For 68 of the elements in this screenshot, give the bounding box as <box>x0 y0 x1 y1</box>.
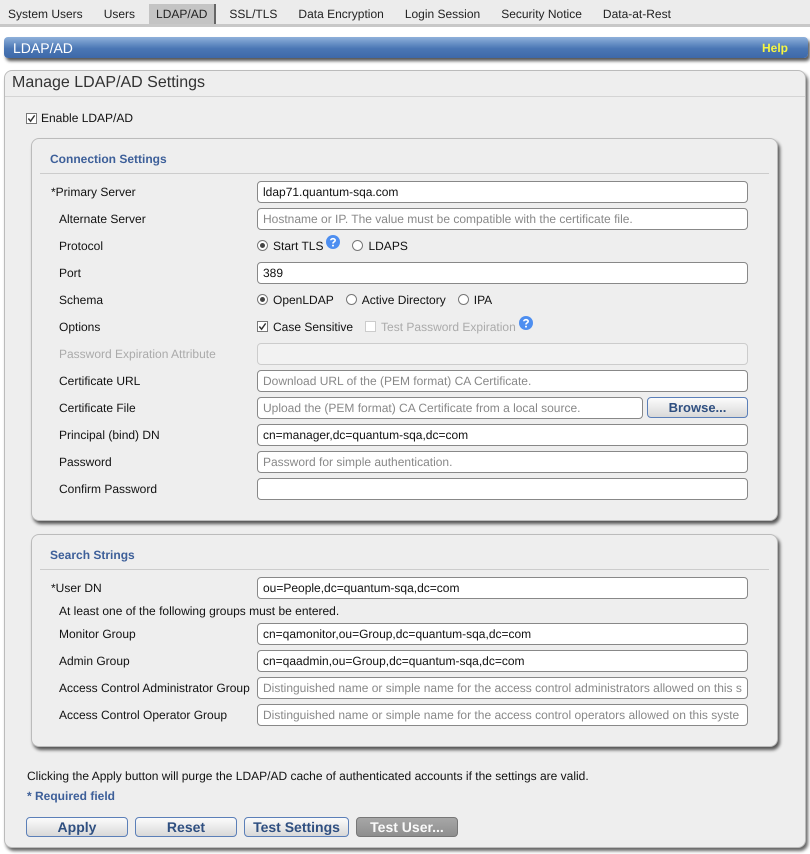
tab[interactable]: SSL/TLS <box>222 4 284 24</box>
input-field[interactable]: ou=People,dc=quantum-sqa,dc=com <box>257 576 748 598</box>
field-label: Confirm Password <box>58 482 158 496</box>
input-field[interactable] <box>257 478 748 500</box>
input-field[interactable]: Download URL of the (PEM format) CA Certificate. <box>257 370 748 392</box>
radio-button[interactable] <box>458 294 469 305</box>
action-button[interactable]: Reset <box>135 817 237 837</box>
required-marker: * <box>51 184 56 198</box>
input-field[interactable]: Distinguished name or simple name for the access control operators allowed on this syste <box>257 704 748 726</box>
input-field[interactable]: 389 <box>257 262 748 284</box>
input-field[interactable]: Password for simple authentication. <box>257 450 748 472</box>
input-field[interactable]: ldap71.quantum-sqa.com <box>257 180 748 202</box>
radio-button[interactable] <box>257 240 268 251</box>
tab[interactable]: System Users <box>1 4 90 24</box>
info-text: Clicking the Apply button will purge the LDAP/AD cache of authenticated accounts if the settings are valid. <box>26 769 590 783</box>
required-marker: * <box>51 580 56 594</box>
field-label: Password <box>58 454 112 468</box>
radio-button[interactable] <box>346 294 357 305</box>
checkbox[interactable] <box>26 112 37 124</box>
checkbox-label: Enable LDAP/AD <box>41 111 134 125</box>
browse-button[interactable]: Browse... <box>647 397 748 418</box>
required-note: * Required field <box>26 789 116 803</box>
instruction-text: At least one of the following groups must be entered. <box>58 604 340 618</box>
help-icon[interactable] <box>326 234 340 248</box>
field-label: Port <box>58 266 82 280</box>
panel-title: Manage LDAP/AD Settings <box>5 71 805 97</box>
radio-label: Active Directory <box>362 292 446 306</box>
field-label: Schema <box>58 292 104 306</box>
section-title: Connection Settings <box>40 139 769 174</box>
input-field[interactable]: cn=manager,dc=quantum-sqa,dc=com <box>257 424 748 446</box>
field-label: Monitor Group <box>58 626 136 640</box>
tab[interactable]: Login Session <box>398 4 488 24</box>
radio-label: Start TLS <box>273 238 324 252</box>
action-button[interactable]: Apply <box>26 817 128 837</box>
tab[interactable]: Data-at-Rest <box>596 4 678 24</box>
field-label: Protocol <box>58 238 104 252</box>
input-field[interactable]: Hostname or IP. The value must be compatible with the certificate file. <box>257 208 748 230</box>
field-label: Principal (bind) DN <box>58 428 160 442</box>
field-label: Certificate File <box>58 400 136 414</box>
field-label: Password Expiration Attribute <box>58 346 216 360</box>
page-title: LDAP/AD <box>13 40 73 56</box>
radio-label: LDAPS <box>368 238 408 252</box>
input-field[interactable]: Distinguished name or simple name for the access control administrators allowed on this s <box>257 676 748 698</box>
help-link[interactable]: Help <box>762 40 788 54</box>
checkbox-label: Test Password Expiration <box>381 320 516 334</box>
action-button[interactable]: Test Settings <box>244 817 349 837</box>
tab[interactable]: Security Notice <box>494 4 589 24</box>
radio-label: OpenLDAP <box>273 292 334 306</box>
field-label: Alternate Server <box>58 212 146 226</box>
field-label: User DN <box>56 580 102 594</box>
checkbox-label: Case Sensitive <box>273 320 354 334</box>
radio-button[interactable] <box>257 294 268 305</box>
section-title: Search Strings <box>40 535 769 570</box>
field-label: Access Control Operator Group <box>58 708 228 722</box>
field-label: Admin Group <box>58 654 130 668</box>
radio-label: IPA <box>474 292 492 306</box>
checkbox[interactable] <box>257 321 268 332</box>
input-field[interactable]: cn=qamonitor,ou=Group,dc=quantum-sqa,dc=com <box>257 622 748 644</box>
field-label: Access Control Administrator Group <box>58 680 250 694</box>
field-label: Certificate URL <box>58 374 140 388</box>
tab[interactable]: Data Encryption <box>291 4 391 24</box>
input-field[interactable]: cn=qaadmin,ou=Group,dc=quantum-sqa,dc=com <box>257 650 748 672</box>
radio-button[interactable] <box>352 240 364 251</box>
tab[interactable]: LDAP/AD <box>149 4 216 24</box>
tab[interactable]: Users <box>96 4 142 24</box>
file-field[interactable]: Upload the (PEM format) CA Certificate from a local source. <box>257 396 643 418</box>
field-label: Primary Server <box>56 184 136 198</box>
field-label: Options <box>58 320 100 334</box>
